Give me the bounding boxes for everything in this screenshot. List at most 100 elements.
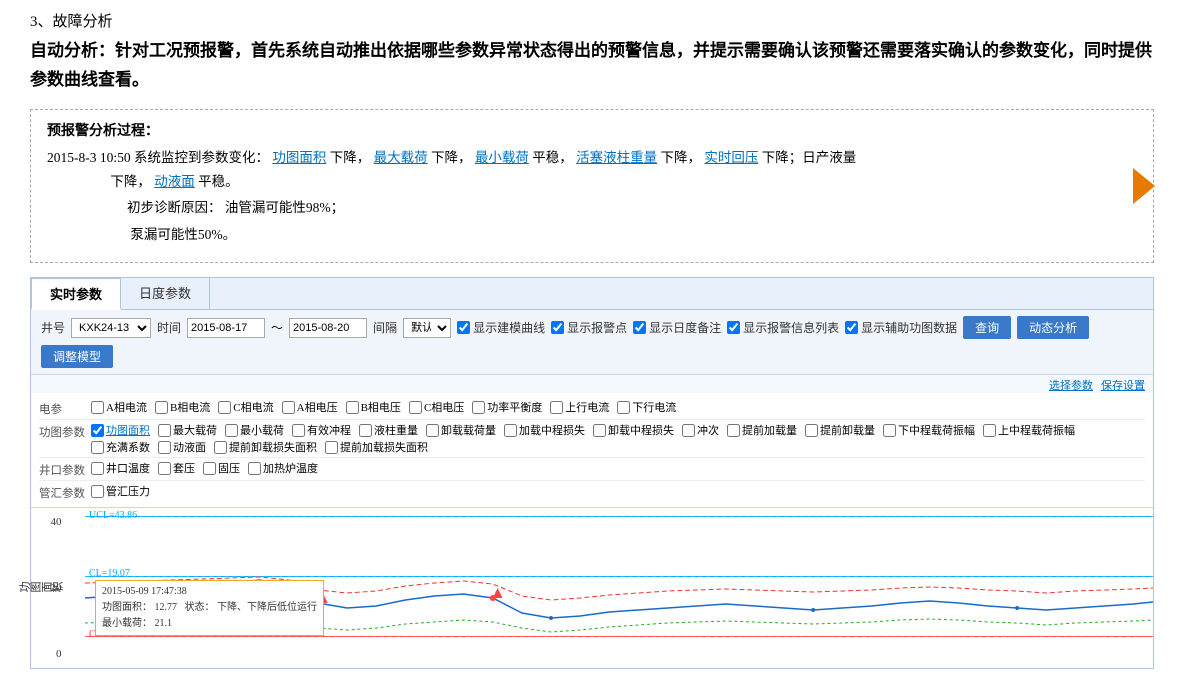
cb-b-phase-voltage[interactable]: B相电压 bbox=[346, 399, 401, 415]
tab-daily[interactable]: 日度参数 bbox=[121, 278, 210, 309]
link-backpressure[interactable]: 实时回压 bbox=[704, 150, 758, 165]
cb-b-phase-current[interactable]: B相电流 bbox=[155, 399, 210, 415]
cb-lower-amp[interactable]: 下中程载荷振幅 bbox=[883, 422, 975, 438]
cb-unload-mid-loss[interactable]: 卸载中程损失 bbox=[593, 422, 674, 438]
select-params-link[interactable]: 选择参数 bbox=[1049, 377, 1093, 393]
diagnosis-label: 初步诊断原因： bbox=[127, 200, 222, 215]
well-select[interactable]: KXK24-13 bbox=[71, 318, 151, 338]
save-settings-link[interactable]: 保存设置 bbox=[1101, 377, 1145, 393]
cb-rush[interactable]: 冲次 bbox=[682, 422, 719, 438]
param-label-wellhead: 井口参数 bbox=[39, 460, 91, 478]
cb-liquid-weight[interactable]: 液柱重量 bbox=[359, 422, 418, 438]
cb-fullness[interactable]: 充满系数 bbox=[91, 439, 150, 455]
cb-advance-unload[interactable]: 提前卸载量 bbox=[805, 422, 875, 438]
tooltip-param1: 功图面积： 12.77 状态： 下降、下降后低位运行 bbox=[102, 600, 317, 616]
section-title: 3、故障分析 bbox=[30, 10, 1154, 31]
checkbox-show-alarm[interactable]: 显示报警点 bbox=[551, 319, 627, 336]
param-label-funchart: 功图参数 bbox=[39, 422, 91, 440]
checkbox-show-model[interactable]: 显示建模曲线 bbox=[457, 319, 545, 336]
cb-manifold-pressure[interactable]: 管汇压力 bbox=[91, 483, 150, 499]
query-button[interactable]: 查询 bbox=[963, 316, 1011, 339]
cb-advance-load[interactable]: 提前加载量 bbox=[727, 422, 797, 438]
text-decline3: 下降， bbox=[661, 150, 702, 165]
diagnosis1: 油管漏可能性98%； bbox=[225, 200, 344, 215]
cb-dongjingmian[interactable]: 动液面 bbox=[158, 439, 206, 455]
link-gongtumianji[interactable]: 功图面积 bbox=[272, 150, 326, 165]
link-minload[interactable]: 最小载荷 bbox=[475, 150, 529, 165]
manifold-checkboxes: 管汇压力 bbox=[91, 483, 150, 499]
date-separator: ～ bbox=[271, 319, 283, 336]
tooltip-param1-label: 功图面积： bbox=[102, 602, 152, 613]
text-decline-production: 下降；日产液量 bbox=[762, 150, 857, 165]
tooltip-param2-label: 最小载荷： bbox=[102, 618, 152, 629]
tab-header: 实时参数 日度参数 bbox=[31, 278, 1153, 310]
text-stable2: 平稳。 bbox=[198, 174, 239, 189]
cb-effective-stroke[interactable]: 有效冲程 bbox=[292, 422, 351, 438]
cb-c-phase-voltage[interactable]: C相电压 bbox=[409, 399, 464, 415]
checkbox-alarm-label: 显示报警点 bbox=[567, 319, 627, 336]
tab-realtime[interactable]: 实时参数 bbox=[31, 278, 121, 310]
tooltip-status-label: 状态： bbox=[185, 602, 215, 613]
param-panel: 电参 A相电流 B相电流 C相电流 A相电压 B相电压 C相电压 功率平衡度 上… bbox=[31, 393, 1153, 508]
well-label: 井号 bbox=[41, 319, 65, 336]
cb-fixed-pressure[interactable]: 固压 bbox=[203, 460, 240, 476]
text-decline2: 下降， bbox=[431, 150, 472, 165]
electrical-checkboxes: A相电流 B相电流 C相电流 A相电压 B相电压 C相电压 功率平衡度 上行电流… bbox=[91, 399, 676, 415]
page-container: 3、故障分析 自动分析：针对工况预报警，首先系统自动推出依据哪些参数异常状态得出… bbox=[0, 0, 1184, 679]
tooltip-date: 2015-05-09 17:47:38 bbox=[102, 584, 317, 600]
checkbox-model-input[interactable] bbox=[457, 321, 470, 334]
date-end-input[interactable] bbox=[289, 318, 367, 338]
tooltip-param2-value: 21.1 bbox=[155, 618, 173, 629]
checkbox-alarm-list-label: 显示报警信息列表 bbox=[743, 319, 839, 336]
auto-analysis-body: 针对工况预报警，首先系统自动推出依据哪些参数异常状态得出的预警信息，并提示需要确… bbox=[30, 41, 1152, 89]
tab-panel: 实时参数 日度参数 井号 KXK24-13 时间 ～ 间隔 默认 显示建模曲线 … bbox=[30, 277, 1154, 669]
checkbox-show-aux[interactable]: 显示辅助功图数据 bbox=[845, 319, 957, 336]
cb-upper-amp[interactable]: 上中程载荷振幅 bbox=[983, 422, 1075, 438]
chart-tooltip: 2015-05-09 17:47:38 功图面积： 12.77 状态： 下降、下… bbox=[95, 580, 324, 636]
cb-minload[interactable]: 最小载荷 bbox=[225, 422, 284, 438]
link-dongjingmian[interactable]: 动液面 bbox=[154, 174, 195, 189]
checkbox-daily-input[interactable] bbox=[633, 321, 646, 334]
auto-analysis-label: 自动分析： bbox=[30, 41, 115, 60]
checkbox-show-alarm-list[interactable]: 显示报警信息列表 bbox=[727, 319, 839, 336]
cb-power-balance[interactable]: 功率平衡度 bbox=[472, 399, 542, 415]
cb-c-phase-current[interactable]: C相电流 bbox=[218, 399, 273, 415]
cb-heater-temp[interactable]: 加热炉温度 bbox=[248, 460, 318, 476]
cb-a-phase-voltage[interactable]: A相电压 bbox=[282, 399, 338, 415]
dynamic-analysis-button[interactable]: 动态分析 bbox=[1017, 316, 1089, 339]
cb-adv-load-loss[interactable]: 提前加载损失面积 bbox=[325, 439, 428, 455]
cb-adv-unload-loss[interactable]: 提前卸载损失面积 bbox=[214, 439, 317, 455]
model-adjust-button[interactable]: 调整模型 bbox=[41, 345, 113, 368]
event-time-text: 2015-8-3 10:50 系统监控到参数变化： bbox=[47, 150, 269, 165]
param-header-row: 选择参数 保存设置 bbox=[31, 375, 1153, 393]
cb-a-phase-current[interactable]: A相电流 bbox=[91, 399, 147, 415]
interval-label: 间隔 bbox=[373, 319, 397, 336]
cb-down-current[interactable]: 下行电流 bbox=[617, 399, 676, 415]
cb-maxload[interactable]: 最大载荷 bbox=[158, 422, 217, 438]
link-piston-weight[interactable]: 活塞液柱重量 bbox=[576, 150, 657, 165]
cb-unload-load[interactable]: 卸载载荷量 bbox=[426, 422, 496, 438]
cb-gongtumianji[interactable]: 功图面积 bbox=[91, 422, 150, 438]
checkbox-aux-label: 显示辅助功图数据 bbox=[861, 319, 957, 336]
checkbox-alarm-input[interactable] bbox=[551, 321, 564, 334]
text-decline1: 下降， bbox=[330, 150, 371, 165]
analysis-box-title: 预报警分析过程： bbox=[47, 120, 1137, 140]
param-row-electrical: 电参 A相电流 B相电流 C相电流 A相电压 B相电压 C相电压 功率平衡度 上… bbox=[39, 397, 1145, 420]
cb-wellhead-temp[interactable]: 井口温度 bbox=[91, 460, 150, 476]
arrow-right-icon bbox=[1133, 168, 1155, 204]
diagnosis2: 泵漏可能性50%。 bbox=[130, 227, 236, 242]
funchart-checkboxes: 功图面积 最大载荷 最小载荷 有效冲程 液柱重量 卸载载荷量 加载中程损失 卸载… bbox=[91, 422, 1075, 455]
date-start-input[interactable] bbox=[187, 318, 265, 338]
cb-casing-pressure[interactable]: 套压 bbox=[158, 460, 195, 476]
cb-load-mid-loss[interactable]: 加载中程损失 bbox=[504, 422, 585, 438]
param-label-manifold: 管汇参数 bbox=[39, 483, 91, 501]
checkbox-alarm-list-input[interactable] bbox=[727, 321, 740, 334]
checkbox-show-daily[interactable]: 显示日度备注 bbox=[633, 319, 721, 336]
interval-select[interactable]: 默认 bbox=[403, 318, 451, 338]
param-row-manifold: 管汇参数 管汇压力 bbox=[39, 481, 1145, 503]
link-maxload[interactable]: 最大载荷 bbox=[374, 150, 428, 165]
y-tick-40: 40 bbox=[51, 516, 62, 528]
checkbox-aux-input[interactable] bbox=[845, 321, 858, 334]
cb-up-current[interactable]: 上行电流 bbox=[550, 399, 609, 415]
auto-analysis-block: 自动分析：针对工况预报警，首先系统自动推出依据哪些参数异常状态得出的预警信息，并… bbox=[30, 37, 1154, 95]
